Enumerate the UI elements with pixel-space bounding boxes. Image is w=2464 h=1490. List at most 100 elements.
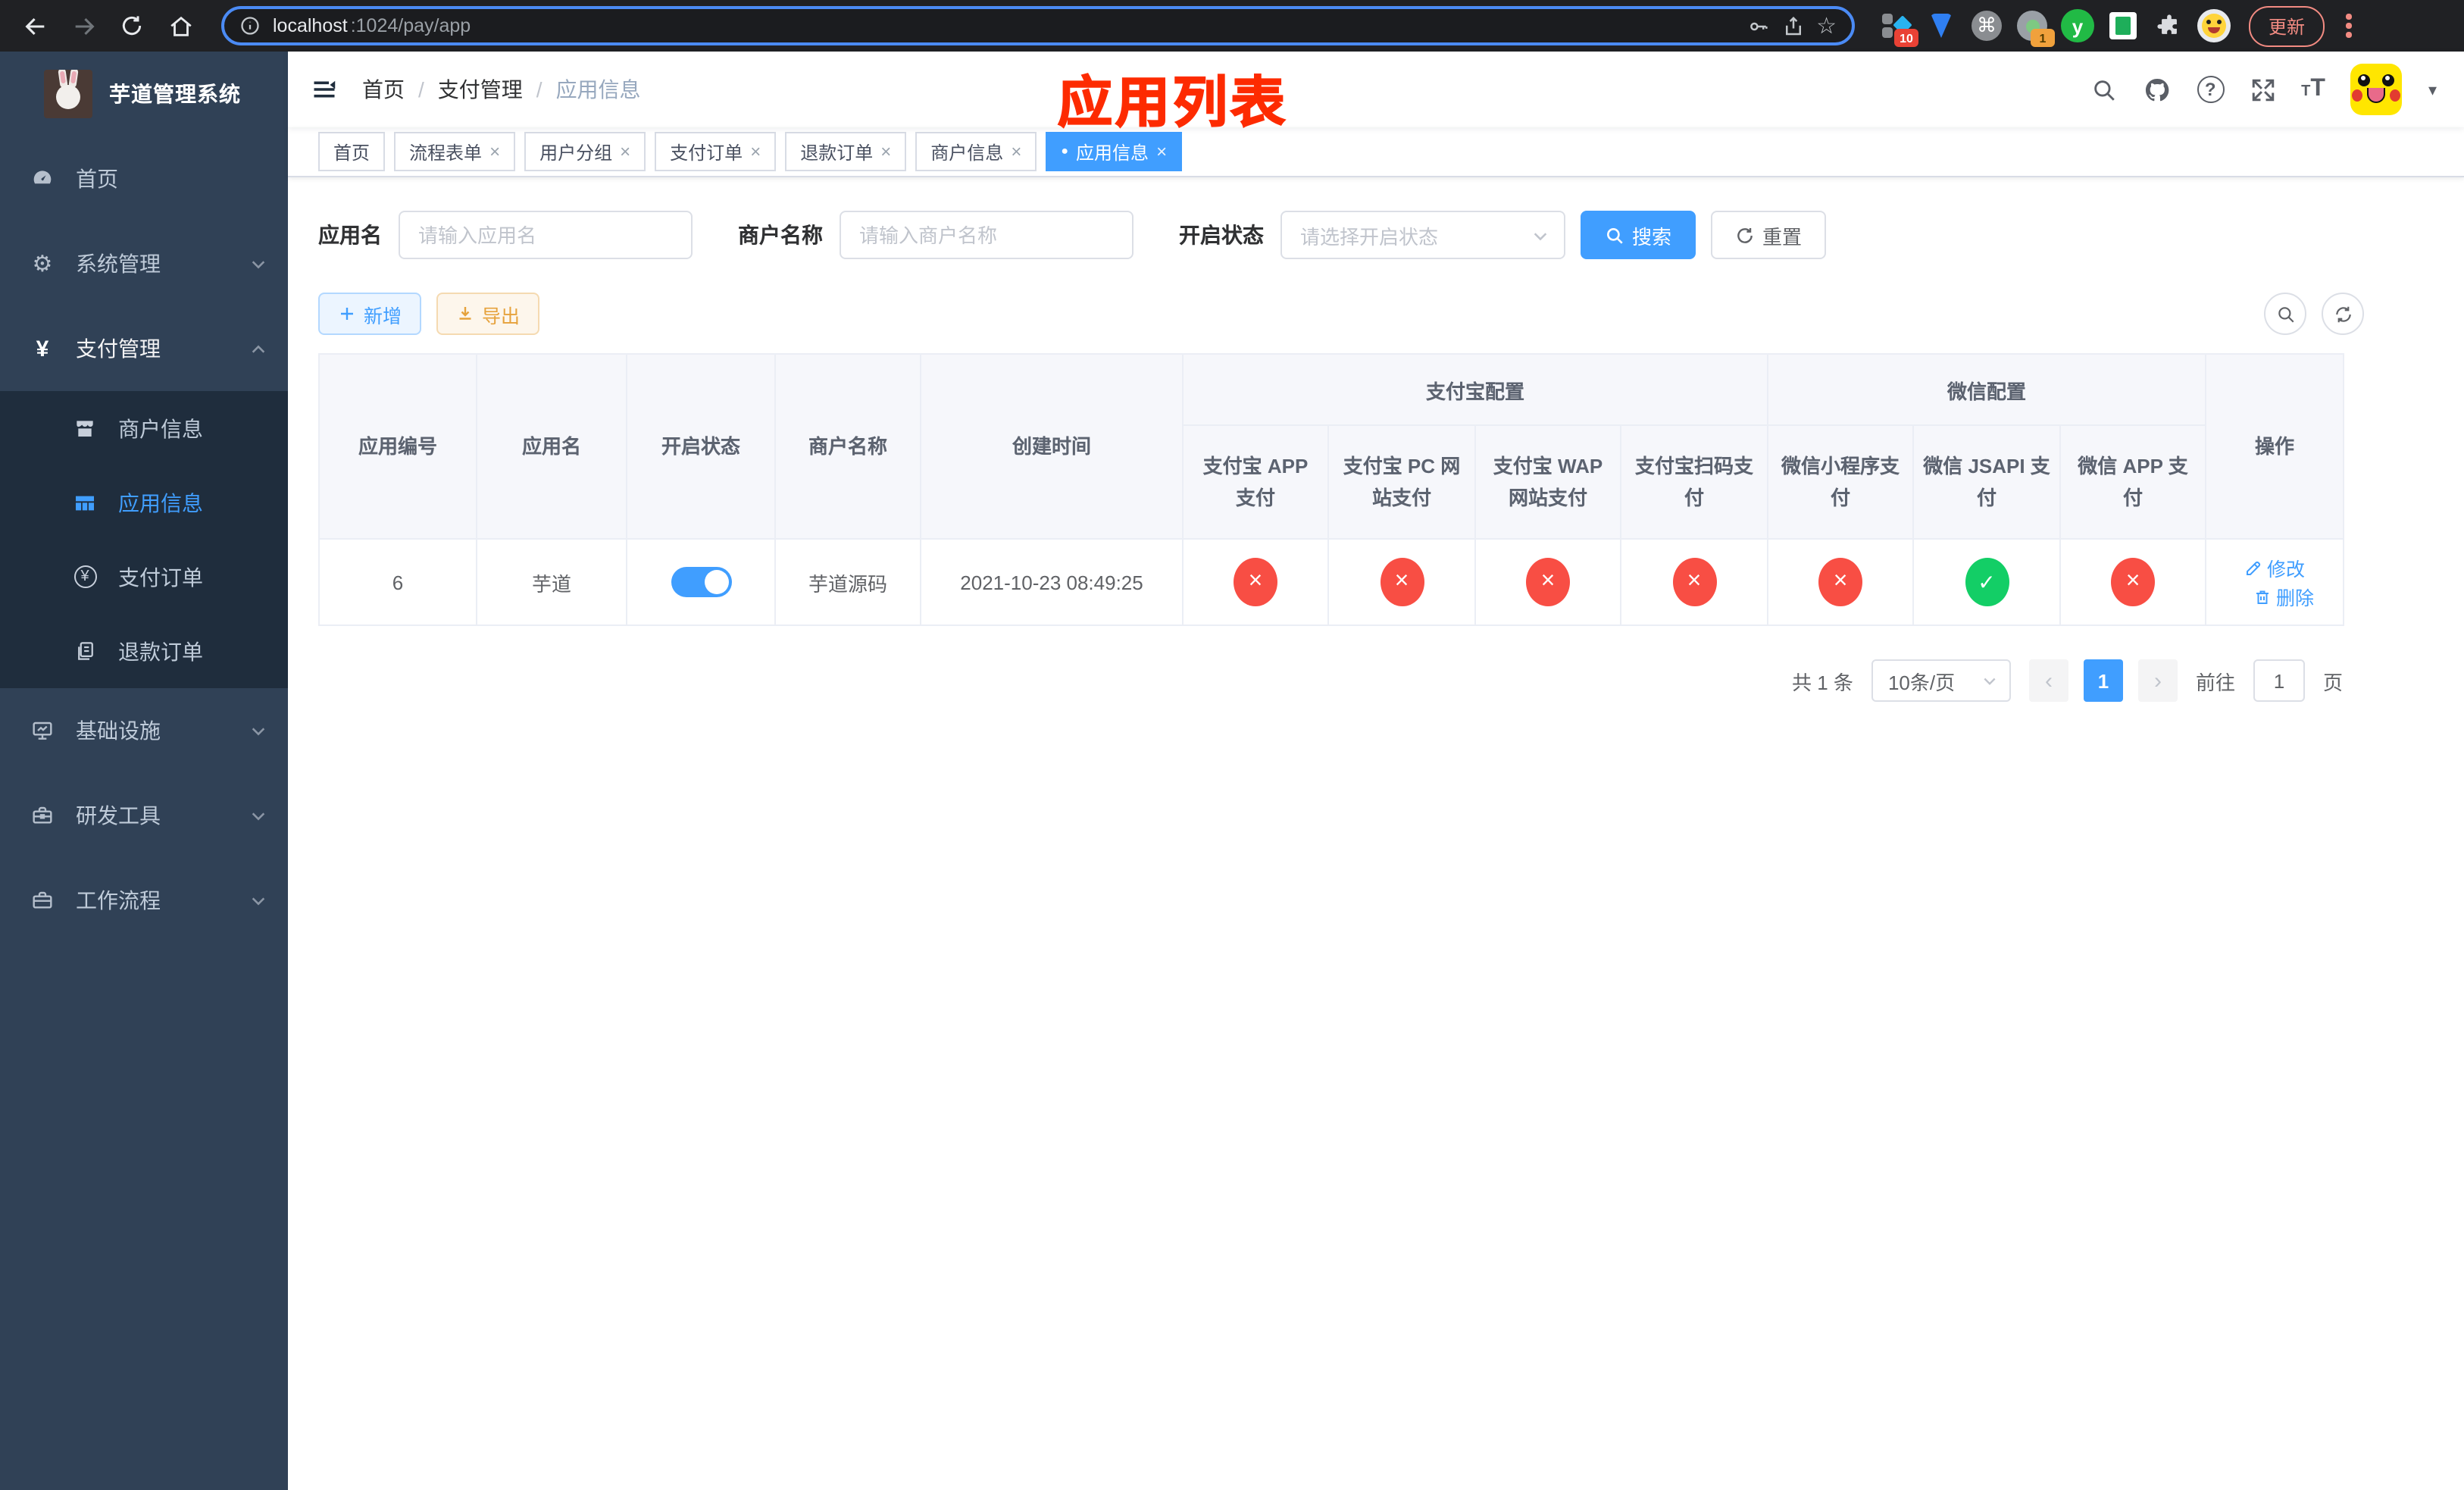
page-content: 应用名 商户名称 开启状态 请选择开启状态 搜索 bbox=[288, 177, 2464, 1490]
github-icon[interactable] bbox=[2142, 75, 2171, 104]
tag-process-form[interactable]: 流程表单 × bbox=[394, 132, 516, 171]
sidebar-item-infrastructure[interactable]: 基础设施 bbox=[0, 688, 288, 773]
back-icon[interactable] bbox=[15, 6, 55, 45]
url-bar[interactable]: localhost:1024/pay/app ☆ bbox=[221, 6, 1855, 45]
bookmark-star-icon[interactable]: ☆ bbox=[1816, 12, 1837, 39]
sidebar-toggle-icon[interactable] bbox=[311, 76, 338, 103]
col-create-time: 创建时间 bbox=[920, 353, 1184, 540]
alipay-app-status-icon bbox=[1234, 558, 1277, 606]
page-title-annotation: 应用列表 bbox=[1057, 70, 1289, 134]
cell-app-name: 芋道 bbox=[476, 538, 627, 626]
sidebar-item-system[interactable]: ⚙ 系统管理 bbox=[0, 221, 288, 306]
shop-icon bbox=[73, 416, 97, 440]
add-button[interactable]: 新增 bbox=[318, 293, 422, 335]
toolbox-icon bbox=[30, 803, 55, 828]
fullscreen-icon[interactable] bbox=[2250, 77, 2275, 102]
tag-user-group[interactable]: 用户分组 × bbox=[524, 132, 646, 171]
breadcrumb-payment[interactable]: 支付管理 bbox=[438, 74, 523, 105]
status-select[interactable]: 请选择开启状态 bbox=[1280, 211, 1565, 259]
refresh-table-button[interactable] bbox=[2322, 293, 2364, 335]
table-grid-icon bbox=[73, 490, 97, 515]
chrome-update-button[interactable]: 更新 bbox=[2249, 5, 2325, 46]
forward-icon[interactable] bbox=[64, 6, 103, 45]
chevron-down-icon bbox=[250, 807, 267, 824]
col-merchant: 商户名称 bbox=[774, 353, 921, 540]
active-dot-icon: ● bbox=[1061, 144, 1069, 158]
tag-refund-order[interactable]: 退款订单 × bbox=[785, 132, 907, 171]
extension-notes-icon[interactable] bbox=[2106, 9, 2140, 42]
goto-page-input[interactable] bbox=[2253, 659, 2305, 702]
wechat-mini-status-icon bbox=[1818, 558, 1863, 606]
search-form: 应用名 商户名称 开启状态 请选择开启状态 搜索 bbox=[318, 211, 2434, 259]
col-alipay-pc: 支付宝 PC 网站支付 bbox=[1327, 424, 1476, 540]
info-icon[interactable] bbox=[239, 15, 261, 36]
sidebar-item-pay-order[interactable]: ¥ 支付订单 bbox=[0, 540, 288, 614]
cell-create-time: 2021-10-23 08:49:25 bbox=[920, 538, 1184, 626]
sidebar-item-refund-order[interactable]: 退款订单 bbox=[0, 614, 288, 688]
page-1-button[interactable]: 1 bbox=[2083, 659, 2123, 702]
app-logo[interactable]: 芋道管理系统 bbox=[0, 52, 288, 136]
alipay-qr-status-icon bbox=[1672, 558, 1716, 606]
close-icon[interactable]: × bbox=[1011, 141, 1021, 162]
font-size-icon[interactable]: TT bbox=[2301, 76, 2325, 103]
next-page-button[interactable]: › bbox=[2137, 659, 2178, 702]
close-icon[interactable]: × bbox=[489, 141, 500, 162]
prev-page-button[interactable]: ‹ bbox=[2028, 659, 2068, 702]
close-icon[interactable]: × bbox=[1156, 141, 1167, 162]
breadcrumb-home[interactable]: 首页 bbox=[362, 74, 405, 105]
close-icon[interactable]: × bbox=[880, 141, 891, 162]
close-icon[interactable]: × bbox=[620, 141, 630, 162]
sidebar-item-devtools[interactable]: 研发工具 bbox=[0, 773, 288, 858]
toggle-search-button[interactable] bbox=[2264, 293, 2306, 335]
edit-link[interactable]: 修改 bbox=[2244, 553, 2305, 582]
extension-command-icon[interactable]: ⌘ bbox=[1970, 9, 2003, 42]
header-search-icon[interactable] bbox=[2090, 77, 2116, 102]
app-name-label: 应用名 bbox=[318, 223, 382, 247]
extension-y-icon[interactable]: y bbox=[2061, 9, 2094, 42]
profile-emoji-icon[interactable] bbox=[2197, 9, 2231, 42]
document-icon bbox=[73, 639, 97, 663]
chevron-down-icon bbox=[250, 255, 267, 272]
help-icon[interactable]: ? bbox=[2197, 76, 2225, 103]
table-tools bbox=[2264, 293, 2364, 335]
chrome-menu-icon[interactable] bbox=[2346, 14, 2352, 38]
sidebar-item-app-info[interactable]: 应用信息 bbox=[0, 465, 288, 540]
extension-recorder-icon[interactable]: 1 bbox=[2015, 9, 2055, 47]
page-size-select[interactable]: 10条/页 bbox=[1871, 659, 2011, 702]
tag-merchant-info[interactable]: 商户信息 × bbox=[915, 132, 1037, 171]
extensions-puzzle-icon[interactable] bbox=[2152, 9, 2185, 42]
delete-link[interactable]: 删除 bbox=[2253, 582, 2314, 611]
status-toggle[interactable] bbox=[671, 567, 731, 597]
home-icon[interactable] bbox=[161, 6, 200, 45]
sidebar-item-merchant-info[interactable]: 商户信息 bbox=[0, 391, 288, 465]
col-status: 开启状态 bbox=[626, 353, 776, 540]
search-button[interactable]: 搜索 bbox=[1581, 211, 1696, 259]
avatar-caret-icon[interactable]: ▾ bbox=[2428, 80, 2437, 99]
plus-icon bbox=[341, 308, 353, 320]
close-icon[interactable]: × bbox=[750, 141, 761, 162]
cell-operation: 修改 删除 bbox=[2205, 538, 2345, 626]
col-alipay-qr: 支付宝扫码支付 bbox=[1619, 424, 1769, 540]
tag-home[interactable]: 首页 bbox=[318, 132, 386, 171]
col-group-wechat: 微信配置 bbox=[1767, 353, 2207, 426]
search-icon bbox=[1607, 227, 1623, 243]
sidebar-item-home[interactable]: 首页 bbox=[0, 136, 288, 221]
chevron-down-icon bbox=[250, 722, 267, 739]
chevron-up-icon bbox=[250, 340, 267, 357]
sidebar-item-workflow[interactable]: 工作流程 bbox=[0, 858, 288, 943]
merchant-name-input[interactable] bbox=[840, 211, 1134, 259]
app-name-input[interactable] bbox=[399, 211, 693, 259]
export-button[interactable]: 导出 bbox=[436, 293, 540, 335]
share-icon[interactable] bbox=[1781, 14, 1804, 37]
dashboard-icon bbox=[30, 167, 55, 191]
user-avatar[interactable] bbox=[2350, 64, 2403, 115]
key-icon[interactable] bbox=[1746, 14, 1769, 37]
reset-button[interactable]: 重置 bbox=[1711, 211, 1827, 259]
extension-kite-icon[interactable] bbox=[1925, 9, 1958, 42]
sidebar-item-payment[interactable]: ¥ 支付管理 bbox=[0, 306, 288, 391]
tag-pay-order[interactable]: 支付订单 × bbox=[655, 132, 777, 171]
monitor-icon bbox=[30, 718, 55, 743]
reload-icon[interactable] bbox=[112, 6, 152, 45]
extension-grid-icon[interactable]: 10 bbox=[1879, 9, 1918, 47]
cell-status bbox=[626, 538, 776, 626]
